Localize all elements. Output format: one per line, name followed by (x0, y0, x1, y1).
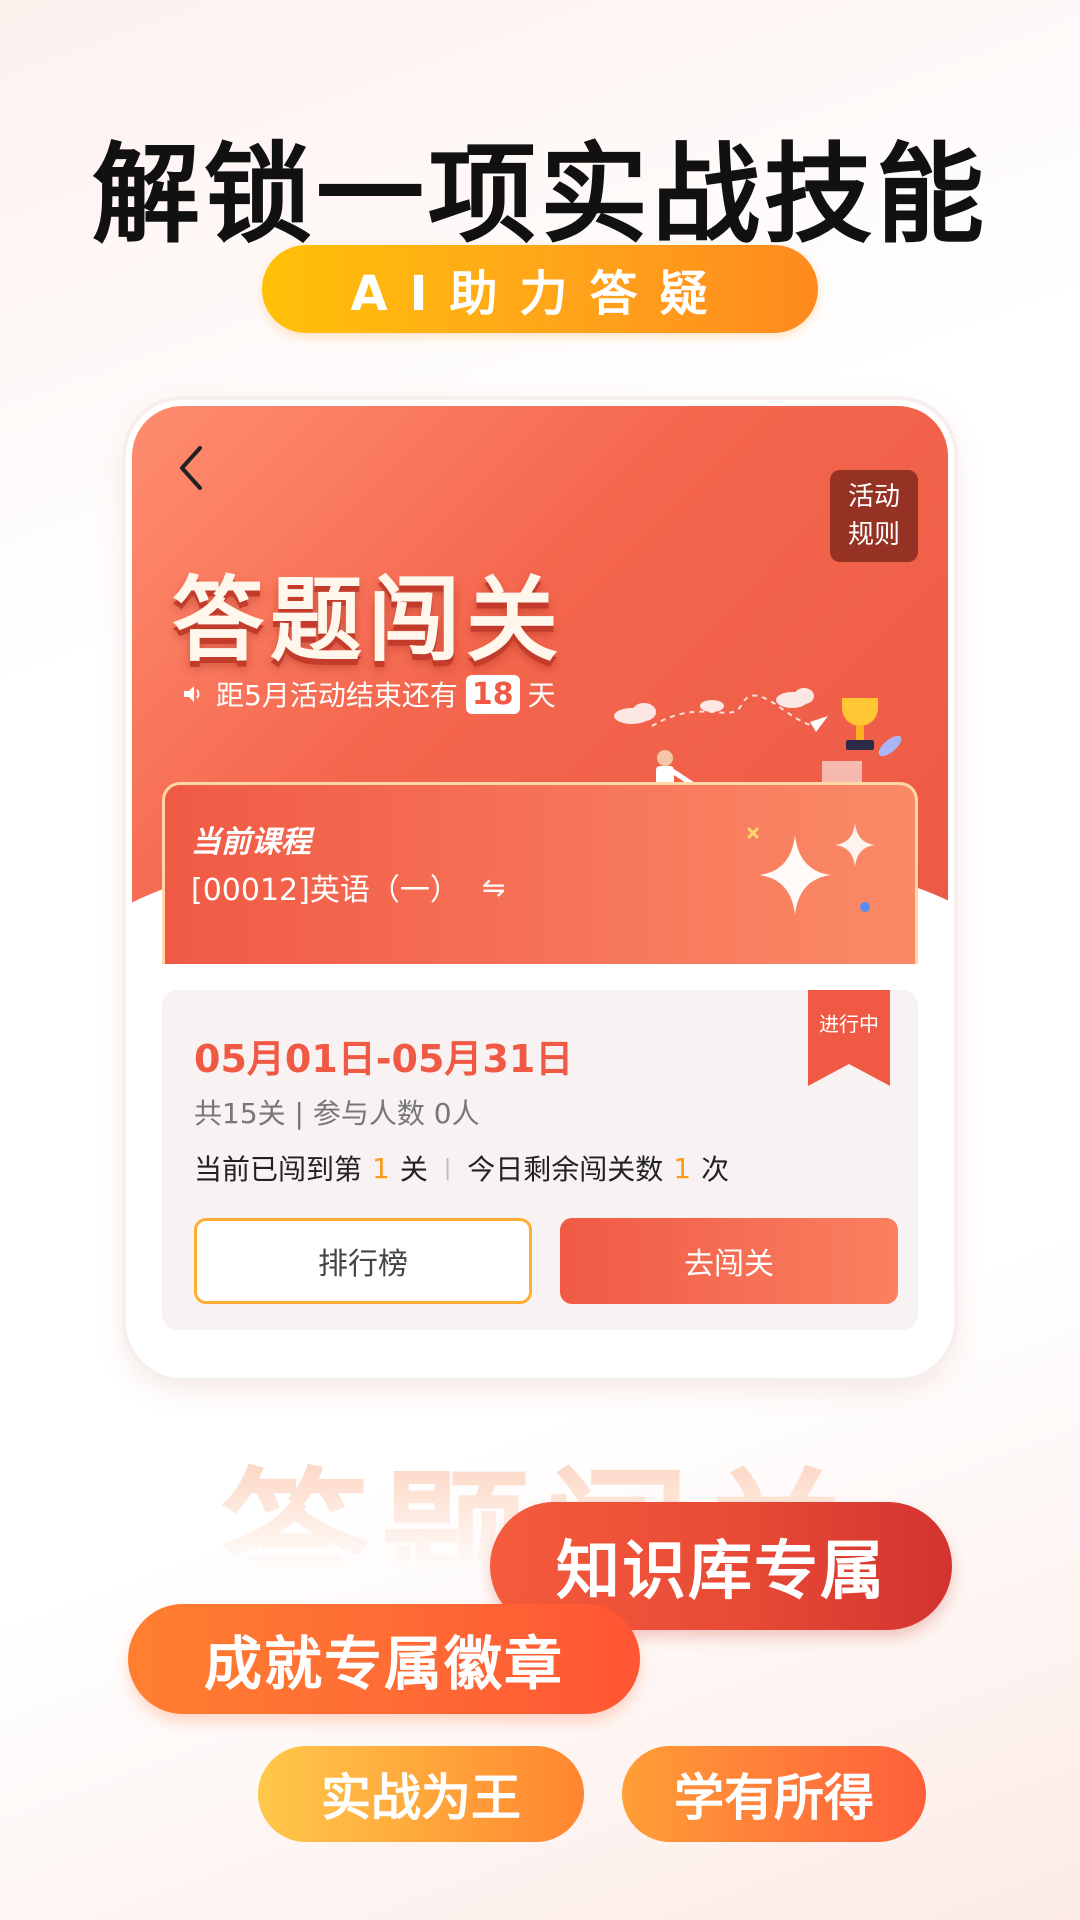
headline: 解锁一项实战技能 (91, 133, 988, 258)
countdown-suffix: 天 (527, 679, 556, 712)
rules-line-1: 活动 (847, 482, 900, 512)
remaining-prefix: 今日剩余闯关数 (467, 1153, 664, 1186)
countdown-days: 18 (465, 674, 520, 714)
leaderboard-button[interactable]: 排行榜 (194, 1218, 532, 1304)
chevron-left-icon[interactable] (172, 440, 212, 496)
date-range: 05月01日-05月31日 (194, 1037, 574, 1081)
progress-level: 1 (372, 1151, 390, 1185)
countdown: 距5月活动结束还有 18 天 (182, 674, 556, 714)
phone-mockup: 活动 规则 答题闯关 距5月活动结束还有 18 天 当前课程 [00012]英语… (126, 400, 954, 1378)
tag-achievement-badge: 成就专属徽章 (128, 1604, 640, 1714)
progress-prefix: 当前已闯到第 (194, 1153, 363, 1186)
sparkle-icon (747, 823, 875, 915)
status-badge: 进行中 (819, 1012, 879, 1036)
level-count-info: 共15关 | 参与人数 0人 (194, 1097, 480, 1130)
progress-unit: 关 (399, 1153, 428, 1186)
course-label: 当前课程 (191, 825, 311, 860)
tag-gain: 学有所得 (622, 1746, 926, 1842)
start-challenge-button[interactable]: 去闯关 (560, 1218, 898, 1304)
speaker-icon (184, 686, 200, 702)
countdown-prefix: 距5月活动结束还有 (216, 679, 458, 712)
tag-combat: 实战为王 (258, 1746, 584, 1842)
progress-line: 当前已闯到第 1 关 | 今日剩余闯关数 1 次 (194, 1148, 729, 1188)
swap-icon[interactable]: ⇋ (482, 871, 505, 904)
hero-title: 答题闯关 (172, 567, 565, 674)
subtitle-pill: AI助力答疑 (262, 245, 818, 333)
course-name[interactable]: [00012]英语（一） ⇋ (191, 865, 505, 909)
course-name-text: [00012]英语（一） (191, 873, 460, 908)
activity-rules-button[interactable]: 活动 规则 (830, 470, 918, 562)
activity-info-panel: 进行中 05月01日-05月31日 共15关 | 参与人数 0人 当前已闯到第 … (162, 990, 918, 1330)
status-ribbon (808, 990, 890, 1086)
rules-line-2: 规则 (847, 520, 900, 550)
current-course-card[interactable]: 当前课程 [00012]英语（一） ⇋ (162, 782, 918, 964)
remaining-unit: 次 (701, 1153, 730, 1186)
remaining-count: 1 (673, 1151, 692, 1185)
divider: | (443, 1155, 452, 1181)
